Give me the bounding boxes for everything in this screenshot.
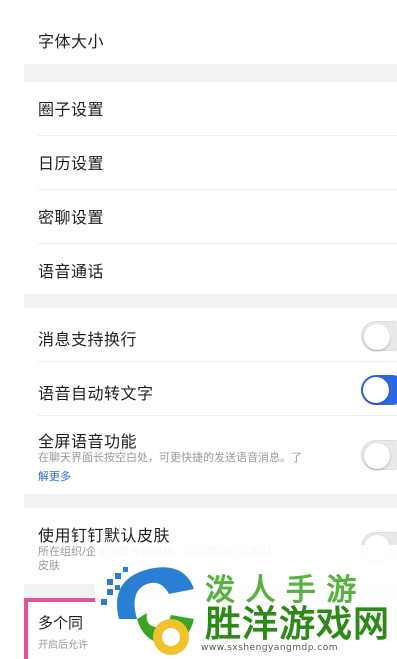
calendar-settings-row[interactable]: 日历设置 [24,136,397,190]
circle-settings-row[interactable]: 圈子设置 [24,82,397,136]
fullscreen-voice-toggle[interactable] [361,440,397,470]
message-wrap-toggle[interactable] [361,321,397,351]
message-wrap-row: 消息支持换行 [24,308,397,362]
learn-more-link[interactable]: 解更多 [38,468,71,484]
default-skin-description-line2: 皮肤 [38,559,60,572]
watermark-url: www.sxshengyangmdp.com [201,643,339,653]
default-skin-label: 使用钉钉默认皮肤 [38,526,171,545]
voice-to-text-row: 语音自动转文字 [24,362,397,416]
font-size-label: 字体大小 [38,32,105,51]
fullscreen-voice-row: 全屏语音功能 在聊天界面长按空白处，可更快捷的发送语音消息。了 解更多 [24,416,397,494]
toggle-knob [364,324,390,350]
multi-sync-label: 多个同 [38,614,84,632]
left-margin [0,0,24,659]
fullscreen-voice-description: 在聊天界面长按空白处，可更快捷的发送语音消息。了 [38,451,302,464]
fullscreen-voice-label: 全屏语音功能 [38,432,138,451]
voice-to-text-label: 语音自动转文字 [38,384,154,403]
watermark-overlay: 泼 人 手 游 胜洋游戏网 www.sxshengyangmdp.com [95,545,397,659]
multi-sync-description: 开启后允许 [38,640,88,651]
section-gap [24,294,397,308]
section-gap [24,64,397,82]
voice-call-row[interactable]: 语音通话 [24,244,397,294]
watermark-title: 胜洋游戏网 [205,604,391,645]
secret-chat-settings-label: 密聊设置 [38,208,105,227]
toggle-knob [363,377,389,403]
voice-call-label: 语音通话 [38,262,105,281]
secret-chat-settings-row[interactable]: 密聊设置 [24,190,397,244]
message-wrap-label: 消息支持换行 [38,330,138,349]
circle-settings-label: 圈子设置 [38,100,105,119]
multi-sync-row[interactable]: 多个同 开启后允许 [24,598,104,659]
voice-to-text-toggle[interactable] [361,375,397,405]
font-size-row[interactable]: 字体大小 [24,0,397,64]
section-gap [24,494,397,508]
toggle-knob [364,443,390,469]
watermark-logo-icon [101,567,194,655]
calendar-settings-label: 日历设置 [38,154,105,173]
